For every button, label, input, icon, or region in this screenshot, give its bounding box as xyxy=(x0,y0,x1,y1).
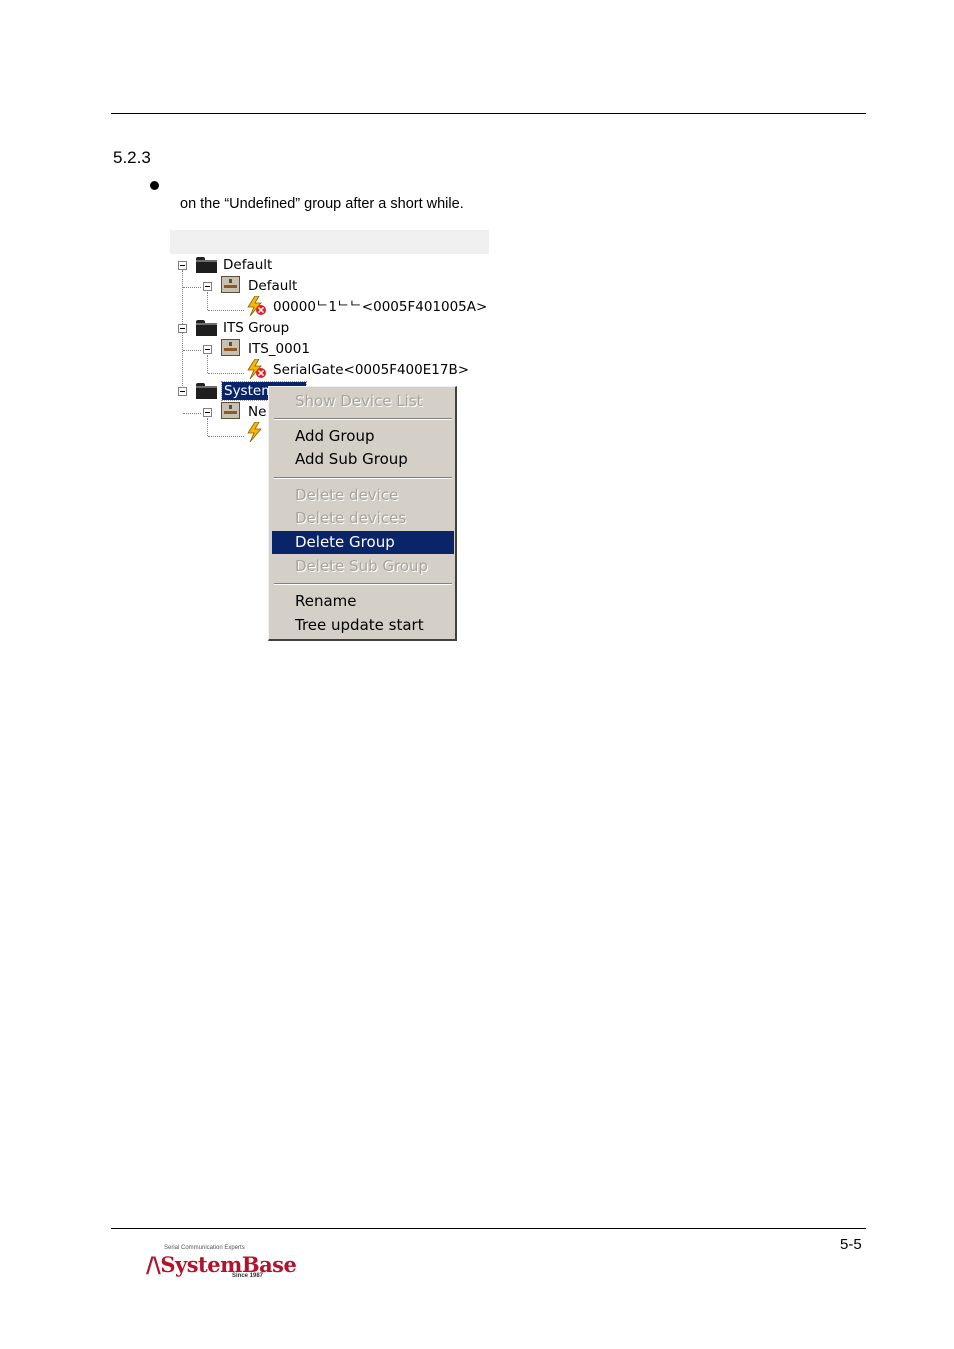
collapse-toggle[interactable] xyxy=(178,324,187,333)
bullet-text: on the “Undefined” group after a short w… xyxy=(180,196,464,212)
tree-connector xyxy=(207,355,208,373)
collapse-toggle[interactable] xyxy=(203,345,212,354)
tree-node-device[interactable]: 00000ᄂ1ᄂᄂ<0005F401005A> xyxy=(273,298,487,316)
logo-since: Since 1987 xyxy=(232,1273,264,1279)
collapse-toggle[interactable] xyxy=(203,408,212,417)
footer-rule xyxy=(111,1228,866,1229)
menu-separator xyxy=(274,477,452,479)
systembase-logo: Serial Communication Experts /\SystemBas… xyxy=(146,1244,297,1284)
tree-connector xyxy=(208,436,244,437)
menu-item-add-group[interactable]: Add Group xyxy=(272,425,454,448)
menu-item-rename[interactable]: Rename xyxy=(272,590,454,613)
device-icon xyxy=(247,422,262,442)
folder-icon xyxy=(196,320,217,336)
context-menu: Show Device List Add Group Add Sub Group… xyxy=(268,386,457,641)
tree-connector xyxy=(208,310,244,311)
server-icon xyxy=(221,276,240,293)
tree-node-group[interactable]: Default xyxy=(223,256,272,274)
tree-node-subgroup[interactable]: ITS_0001 xyxy=(248,340,310,358)
menu-item-delete-sub-group[interactable]: Delete Sub Group xyxy=(272,555,454,578)
header-rule xyxy=(111,113,866,114)
tree-connector xyxy=(183,413,201,414)
tree-connector xyxy=(207,292,208,310)
logo-wordmark: /\SystemBase xyxy=(146,1252,297,1277)
tree-connector xyxy=(183,350,201,351)
tree-node-subgroup[interactable]: Ne xyxy=(248,403,266,421)
folder-icon xyxy=(196,383,217,399)
server-icon xyxy=(221,402,240,419)
page-number: 5-5 xyxy=(840,1236,862,1253)
server-icon xyxy=(221,339,240,356)
menu-separator xyxy=(274,583,452,585)
menu-item-tree-update-start[interactable]: Tree update start xyxy=(272,614,454,637)
tree-node-device[interactable]: SerialGate<0005F400E17B> xyxy=(273,361,469,379)
screenshot-toolbar-strip xyxy=(170,230,489,254)
tree-connector xyxy=(183,287,201,288)
section-number: 5.2.3 xyxy=(113,148,151,167)
device-disconnected-icon xyxy=(247,296,266,316)
menu-item-delete-devices[interactable]: Delete devices xyxy=(272,507,454,530)
menu-item-delete-group[interactable]: Delete Group xyxy=(272,531,454,554)
tree-node-group[interactable]: ITS Group xyxy=(223,319,289,337)
tree-connector xyxy=(208,373,244,374)
logo-tagline: Serial Communication Experts xyxy=(164,1245,245,1251)
collapse-toggle[interactable] xyxy=(178,387,187,396)
menu-item-add-sub-group[interactable]: Add Sub Group xyxy=(272,448,454,471)
tree-node-subgroup[interactable]: Default xyxy=(248,277,297,295)
menu-item-show-device-list[interactable]: Show Device List xyxy=(272,390,454,413)
device-disconnected-icon xyxy=(247,359,266,379)
bullet-dot xyxy=(150,181,159,190)
menu-item-delete-device[interactable]: Delete device xyxy=(272,484,454,507)
menu-separator xyxy=(274,418,452,420)
folder-icon xyxy=(196,257,217,273)
collapse-toggle[interactable] xyxy=(178,261,187,270)
collapse-toggle[interactable] xyxy=(203,282,212,291)
tree-connector xyxy=(207,418,208,436)
